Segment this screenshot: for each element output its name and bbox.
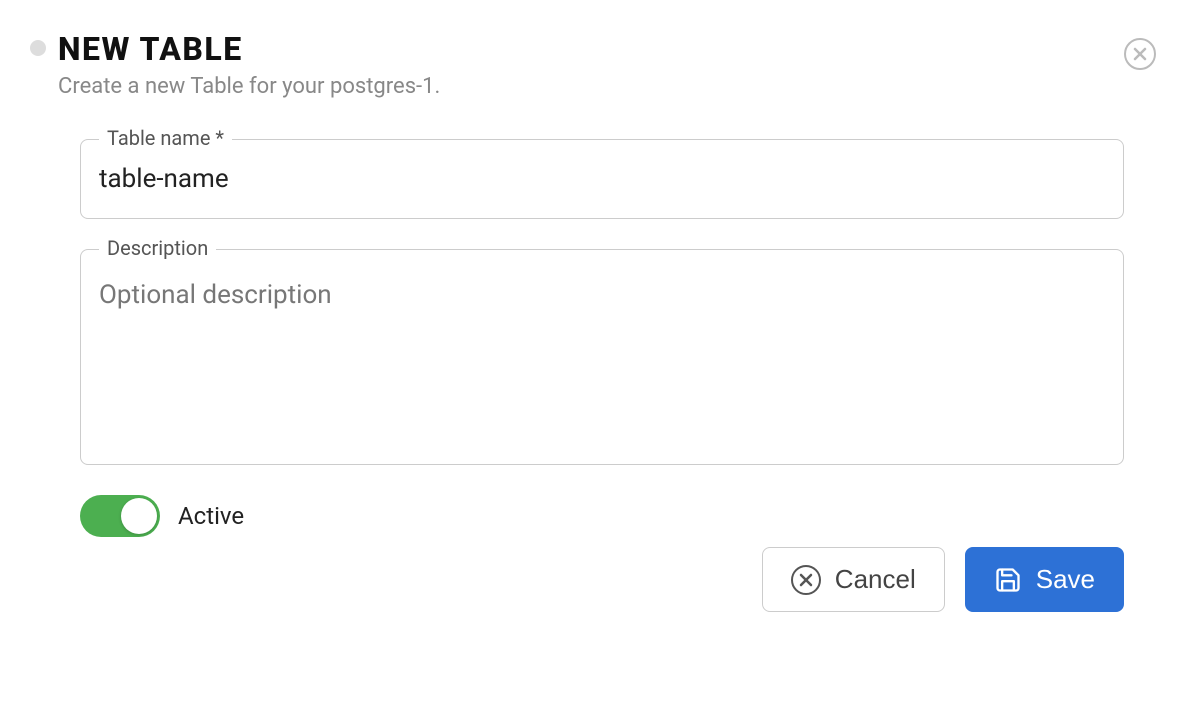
description-input[interactable]: [81, 250, 1123, 460]
close-icon: [1133, 47, 1147, 61]
close-button[interactable]: [1124, 38, 1156, 70]
table-name-label: Table name *: [99, 126, 232, 150]
modal-header: NEW TABLE Create a new Table for your po…: [30, 30, 1124, 99]
toggle-knob-icon: [121, 498, 157, 534]
cancel-button[interactable]: Cancel: [762, 547, 945, 612]
save-icon: [994, 566, 1022, 594]
status-dot-icon: [30, 40, 46, 56]
cancel-icon: [791, 565, 821, 595]
button-row: Cancel Save: [80, 547, 1124, 612]
table-name-input[interactable]: [81, 140, 1123, 218]
modal-title: NEW TABLE: [58, 30, 1124, 68]
save-button[interactable]: Save: [965, 547, 1124, 612]
active-toggle[interactable]: [80, 495, 160, 537]
new-table-modal: NEW TABLE Create a new Table for your po…: [0, 0, 1194, 642]
description-fieldset: Description: [80, 249, 1124, 465]
active-toggle-label: Active: [178, 502, 244, 530]
save-button-label: Save: [1036, 564, 1095, 595]
description-label: Description: [99, 236, 216, 260]
modal-subtitle: Create a new Table for your postgres-1.: [58, 74, 1124, 99]
form-body: Table name * Description Active Cancel: [80, 139, 1124, 612]
table-name-fieldset: Table name *: [80, 139, 1124, 219]
active-toggle-row: Active: [80, 495, 1124, 537]
header-text-block: NEW TABLE Create a new Table for your po…: [58, 30, 1124, 99]
cancel-button-label: Cancel: [835, 564, 916, 595]
